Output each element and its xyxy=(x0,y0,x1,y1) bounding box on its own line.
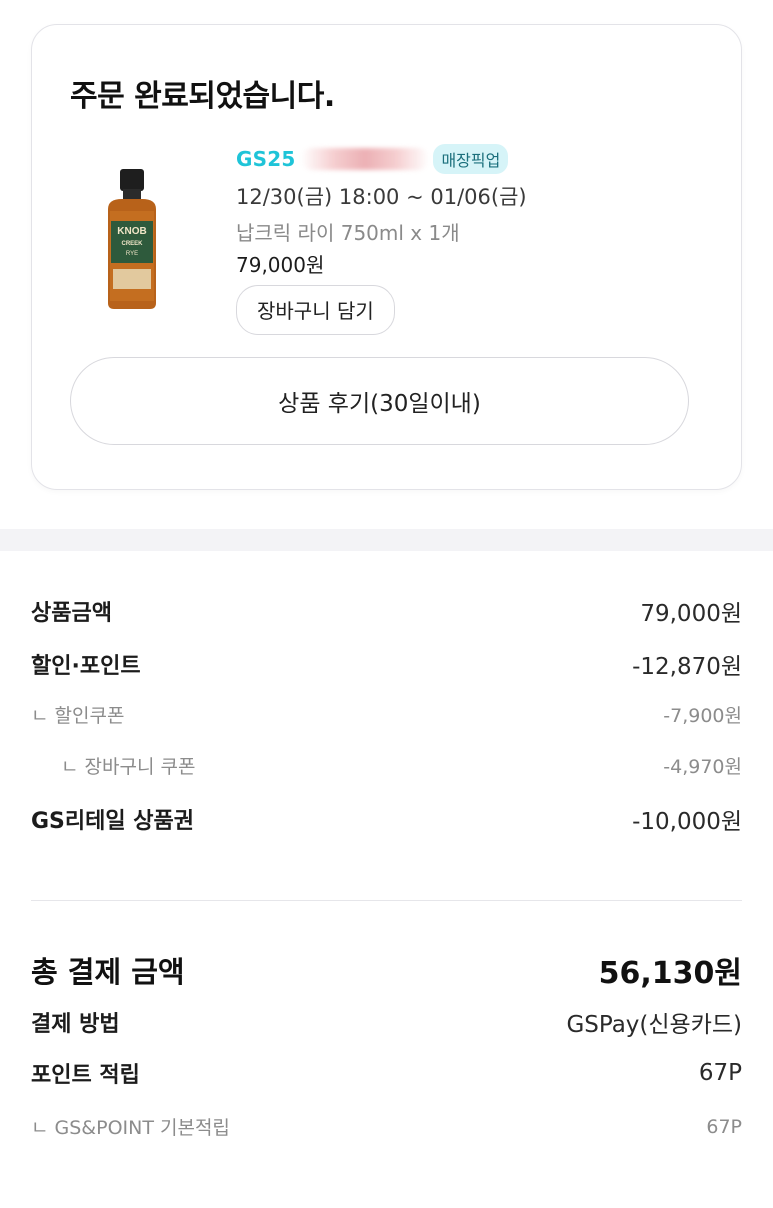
summary-divider xyxy=(31,900,742,901)
discount-points-value: -12,870원 xyxy=(632,654,742,680)
store-row: GS25 매장픽업 xyxy=(236,143,716,175)
bottle-label-text-2: CREEK xyxy=(121,241,143,247)
product-image[interactable]: KNOB CREEK RYE xyxy=(82,165,192,315)
order-item-info: GS25 매장픽업 12/30(금) 18:00 ~ 01/06(금) 납크릭 … xyxy=(236,143,716,335)
product-amount-label: 상품금액 xyxy=(31,601,112,626)
store-brand[interactable]: GS25 xyxy=(236,147,295,171)
add-to-cart-button[interactable]: 장바구니 담기 xyxy=(236,285,395,335)
product-amount-row: 상품금액 79,000원 xyxy=(31,594,742,628)
bottle-label-text-1: KNOB xyxy=(117,226,146,237)
bottle-lower-label xyxy=(113,269,151,289)
bottle-neck xyxy=(123,189,141,199)
gs-point-basic-value: 67P xyxy=(706,1115,742,1138)
gift-card-row: GS리테일 상품권 -10,000원 xyxy=(31,802,742,836)
item-price: 79,000원 xyxy=(236,253,325,277)
discount-coupon-label: ㄴ 할인쿠폰 xyxy=(31,705,125,727)
payment-method-row: 결제 방법 GSPay(신용카드) xyxy=(31,1005,742,1039)
gift-card-label: GS리테일 상품권 xyxy=(31,809,195,834)
points-earned-label: 포인트 적립 xyxy=(31,1063,140,1088)
cart-coupon-value: -4,970원 xyxy=(663,756,742,778)
item-name[interactable]: 납크릭 라이 750ml x 1개 xyxy=(236,217,716,247)
gift-card-value: -10,000원 xyxy=(632,809,742,835)
discount-points-label: 할인·포인트 xyxy=(31,654,141,679)
discount-points-row: 할인·포인트 -12,870원 xyxy=(31,647,742,681)
payment-method-label: 결제 방법 xyxy=(31,1012,120,1037)
cart-coupon-row: ㄴ 장바구니 쿠폰 -4,970원 xyxy=(31,752,742,779)
bottle-cap xyxy=(120,169,144,191)
gs-point-basic-label: ㄴ GS&POINT 기본적립 xyxy=(31,1117,230,1139)
order-complete-screen: 주문 완료되었습니다. KNOB CREEK RYE GS25 매장픽업 12/… xyxy=(0,0,773,1208)
points-earned-value: 67P xyxy=(698,1060,742,1086)
order-card: 주문 완료되었습니다. KNOB CREEK RYE GS25 매장픽업 12/… xyxy=(31,24,742,490)
points-earned-row: 포인트 적립 67P xyxy=(31,1057,742,1089)
section-divider xyxy=(0,529,773,551)
total-payment-label: 총 결제 금액 xyxy=(31,955,185,989)
cart-coupon-label: ㄴ 장바구니 쿠폰 xyxy=(61,756,196,778)
discount-coupon-value: -7,900원 xyxy=(663,705,742,727)
order-complete-title: 주문 완료되었습니다. xyxy=(70,79,335,114)
store-name-redacted xyxy=(301,148,430,170)
pickup-badge: 매장픽업 xyxy=(433,144,509,174)
total-payment-row: 총 결제 금액 56,130원 xyxy=(31,948,742,992)
payment-method-value: GSPay(신용카드) xyxy=(566,1012,742,1038)
discount-coupon-row: ㄴ 할인쿠폰 -7,900원 xyxy=(31,701,742,728)
pickup-period: 12/30(금) 18:00 ~ 01/06(금) xyxy=(236,185,527,209)
bottle-label-text-3: RYE xyxy=(126,251,138,257)
product-amount-value: 79,000원 xyxy=(640,601,742,627)
product-review-button[interactable]: 상품 후기(30일이내) xyxy=(70,357,689,445)
gs-point-basic-row: ㄴ GS&POINT 기본적립 67P xyxy=(31,1113,742,1140)
total-payment-value: 56,130원 xyxy=(598,956,742,991)
